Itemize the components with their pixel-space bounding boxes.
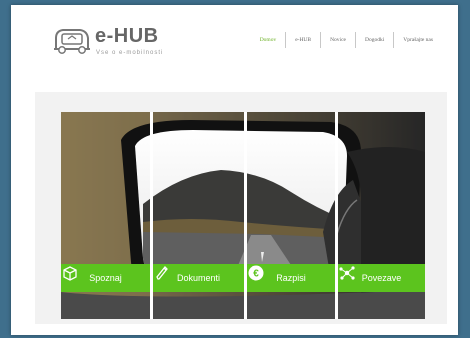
logo-title: e-HUB <box>95 25 159 47</box>
nav-item-e-hub[interactable]: e-HUB <box>285 32 320 48</box>
logo-tagline: Vse o e-mobilnosti <box>96 50 164 56</box>
tile-spoznaj[interactable]: Spoznaj <box>61 264 150 292</box>
nav-item-novice[interactable]: Novice <box>320 32 355 48</box>
tile-razpisi[interactable]: € Razpisi <box>247 264 335 292</box>
site-header: e-HUB Vse o e-mobilnosti Domov e-HUB Nov… <box>11 5 458 83</box>
tile-label: Dokumenti <box>176 273 221 283</box>
pencil-icon <box>156 266 168 280</box>
network-icon <box>339 266 355 280</box>
main-nav: Domov e-HUB Novice Dogodki Vprašajte nas <box>251 32 442 48</box>
nav-item-dogodki[interactable]: Dogodki <box>354 32 393 48</box>
hero-banner: Spoznaj Dokumenti € Razpisi Povezave <box>61 112 425 319</box>
category-tiles: Spoznaj Dokumenti € Razpisi Povezave <box>61 264 425 292</box>
content-area: Spoznaj Dokumenti € Razpisi Povezave <box>35 92 447 324</box>
nav-item-vprasajte-nas[interactable]: Vprašajte nas <box>393 32 442 48</box>
tile-label: Spoznaj <box>89 273 122 283</box>
page-frame: e-HUB Vse o e-mobilnosti Domov e-HUB Nov… <box>11 5 458 335</box>
tile-label: Povezave <box>361 273 402 283</box>
tile-povezave[interactable]: Povezave <box>338 264 425 292</box>
logo[interactable]: e-HUB Vse o e-mobilnosti <box>52 25 202 65</box>
tile-dokumenti[interactable]: Dokumenti <box>153 264 244 292</box>
svg-text:€: € <box>253 269 259 280</box>
box-icon <box>63 266 77 281</box>
car-logo-icon <box>54 29 90 54</box>
nav-item-domov[interactable]: Domov <box>251 32 286 48</box>
euro-icon: € <box>248 265 264 281</box>
tile-label: Razpisi <box>276 273 306 283</box>
